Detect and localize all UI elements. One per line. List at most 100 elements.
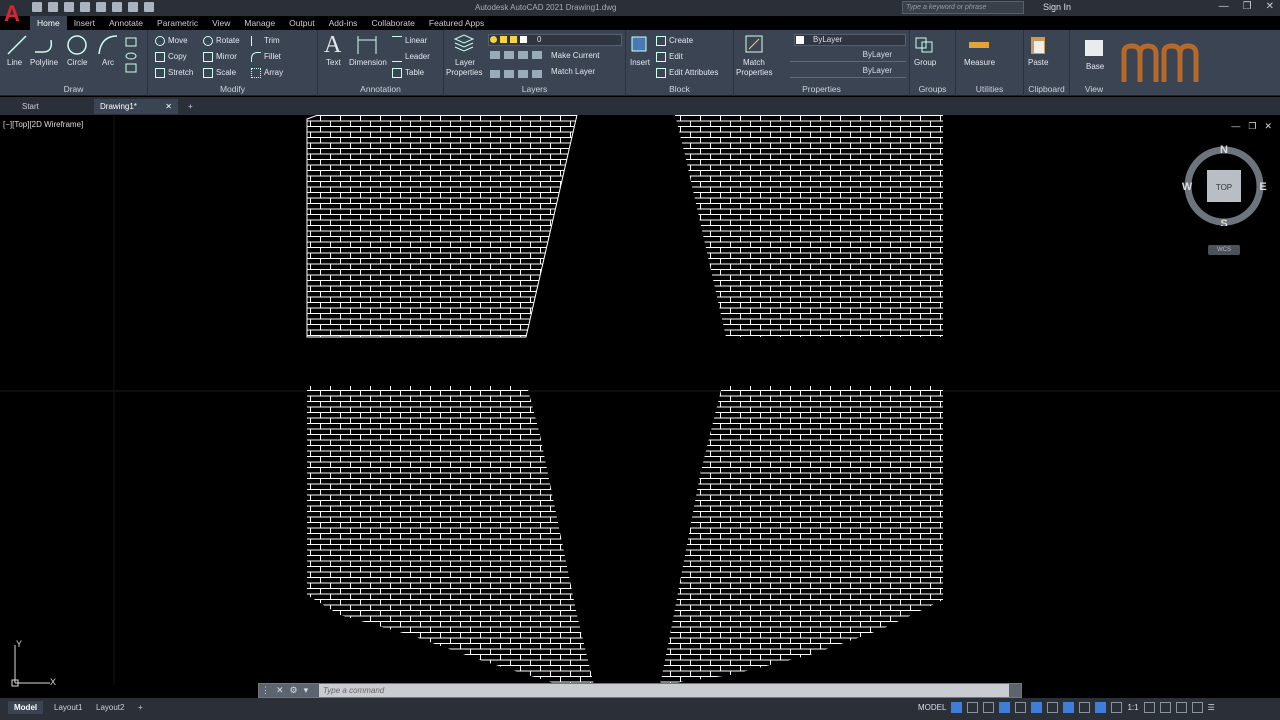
create-block-button[interactable]: Create [656, 36, 693, 46]
polyline-icon[interactable] [33, 34, 55, 56]
layers-panel-title[interactable]: Layers [444, 84, 625, 94]
linear-button[interactable]: Linear [392, 36, 427, 46]
layer-tool-icon[interactable] [504, 70, 514, 78]
layer-color-icon[interactable] [520, 36, 527, 43]
sign-in-link[interactable]: Sign In [1043, 2, 1071, 12]
layer-properties-button[interactable]: Layer [455, 58, 475, 67]
plus-icon[interactable] [1159, 702, 1171, 713]
settings-gear-icon[interactable] [1143, 702, 1155, 713]
arc-icon[interactable] [97, 34, 119, 56]
circle-button[interactable]: Circle [67, 58, 87, 67]
trim-button[interactable]: Trim [251, 36, 280, 46]
utilities-panel-title[interactable]: Utilities [956, 84, 1023, 94]
draw-panel-title[interactable]: Draw [0, 84, 147, 94]
help-search-input[interactable]: Type a keyword or phrase [902, 1, 1024, 14]
open-icon[interactable] [48, 2, 58, 12]
tab-insert[interactable]: Insert [67, 16, 102, 30]
close-icon[interactable]: ✕ [1266, 1, 1274, 12]
arc-button[interactable]: Arc [102, 58, 114, 67]
draw-more-icons[interactable] [124, 36, 144, 76]
modify-panel-title[interactable]: Modify [148, 84, 317, 94]
tab-add-ins[interactable]: Add-ins [322, 16, 365, 30]
text-button[interactable]: Text [326, 58, 341, 67]
new-icon[interactable] [32, 2, 42, 12]
layer-tool-icon[interactable] [532, 70, 542, 78]
save-icon[interactable] [64, 2, 74, 12]
measure-button[interactable]: Measure [964, 58, 995, 67]
command-customize-icon[interactable]: ⚙ [290, 685, 298, 696]
make-current-button[interactable]: Make Current [551, 51, 599, 60]
isolate-icon[interactable] [1175, 702, 1187, 713]
viewcube-top-face[interactable]: TOP [1216, 183, 1232, 192]
tab-manage[interactable]: Manage [237, 16, 282, 30]
command-drag-handle-icon[interactable]: ⋮ [261, 685, 270, 696]
leader-button[interactable]: Leader [392, 52, 430, 62]
restore-icon[interactable]: ❐ [1243, 1, 1252, 12]
transparency-icon[interactable] [1079, 702, 1091, 713]
scale-button[interactable]: Scale [203, 68, 236, 78]
layer-tool-icon[interactable] [518, 51, 528, 59]
tab-drawing1[interactable]: Drawing1* ✕ [94, 99, 178, 114]
tab-layout1[interactable]: Layout1 [48, 701, 88, 714]
tab-annotate[interactable]: Annotate [102, 16, 150, 30]
annotation-panel-title[interactable]: Annotation [318, 84, 443, 94]
copy-button[interactable]: Copy [155, 52, 187, 62]
drawing-viewport[interactable]: [−][Top][2D Wireframe] — ❐ ✕ TOP N S E W [0, 115, 1280, 698]
mirror-button[interactable]: Mirror [203, 52, 237, 62]
stretch-button[interactable]: Stretch [155, 68, 193, 78]
paste-icon[interactable] [1028, 34, 1050, 56]
viewcube[interactable]: TOP N S E W [1182, 140, 1268, 226]
command-history-icon[interactable]: ▾ [304, 685, 309, 696]
infer-constraints-icon[interactable] [983, 702, 995, 713]
lineweight-dropdown[interactable]: ByLayer [790, 66, 906, 78]
grid-icon[interactable] [951, 702, 963, 713]
layer-lock-icon[interactable] [510, 36, 517, 43]
color-dropdown[interactable]: ByLayer [794, 34, 906, 46]
command-close-icon[interactable]: ✕ [276, 685, 284, 696]
group-icon[interactable] [914, 34, 936, 56]
layer-freeze-icon[interactable] [500, 36, 507, 43]
annotation-visibility-icon[interactable] [1095, 702, 1107, 713]
table-button[interactable]: Table [392, 68, 424, 78]
measure-icon[interactable] [968, 35, 990, 57]
insert-icon[interactable] [629, 34, 651, 56]
save-as-icon[interactable] [80, 2, 90, 12]
viewcube-north[interactable]: N [1220, 144, 1228, 156]
tab-collaborate[interactable]: Collaborate [364, 16, 421, 30]
tab-parametric[interactable]: Parametric [150, 16, 205, 30]
layer-tool-icon[interactable] [518, 70, 528, 78]
add-layout-icon[interactable]: + [132, 701, 149, 714]
fullscreen-icon[interactable] [1191, 702, 1203, 713]
groups-panel-title[interactable]: Groups [910, 84, 955, 94]
tab-view[interactable]: View [205, 16, 237, 30]
hatch-top-right[interactable] [675, 115, 943, 337]
insert-button[interactable]: Insert [630, 58, 650, 67]
hatch-bottom-left[interactable] [307, 386, 594, 685]
wcs-menu[interactable]: WCS [1208, 245, 1240, 255]
edit-block-button[interactable]: Edit [656, 52, 683, 62]
undo-icon[interactable] [128, 2, 138, 12]
match-layer-button[interactable]: Match Layer [551, 67, 595, 76]
otrack-icon[interactable] [1047, 702, 1059, 713]
print-icon[interactable] [112, 2, 122, 12]
tab-featured-apps[interactable]: Featured Apps [422, 16, 491, 30]
match-properties-button[interactable]: Match [743, 58, 765, 67]
viewcube-east[interactable]: E [1259, 181, 1266, 193]
customization-menu-icon[interactable]: ☰ [1208, 703, 1215, 712]
model-space-button[interactable]: MODEL [918, 703, 946, 712]
tab-home[interactable]: Home [30, 16, 67, 30]
polyline-button[interactable]: Polyline [30, 58, 58, 67]
polar-icon[interactable] [1015, 702, 1027, 713]
viewcube-south[interactable]: S [1220, 218, 1227, 226]
lineweight-icon[interactable] [1063, 702, 1075, 713]
array-button[interactable]: Array [251, 68, 283, 78]
snap-icon[interactable] [967, 702, 979, 713]
base-view-icon[interactable] [1083, 38, 1105, 60]
tab-output[interactable]: Output [282, 16, 322, 30]
line-button[interactable]: Line [7, 58, 22, 67]
hatch-bottom-right[interactable] [660, 386, 943, 685]
redo-icon[interactable] [144, 2, 154, 12]
hatch-top-left[interactable] [306, 115, 578, 338]
layer-on-icon[interactable] [490, 36, 497, 43]
tab-model[interactable]: Model [8, 701, 44, 714]
